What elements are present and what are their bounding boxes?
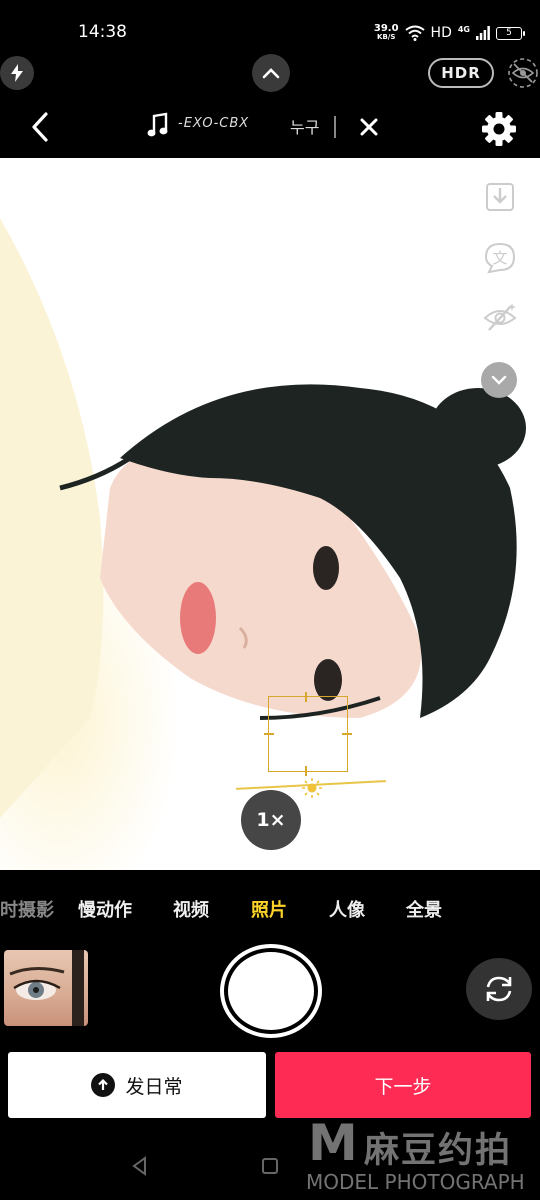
mode-slow-motion[interactable]: 慢动作: [78, 896, 132, 922]
zoom-button[interactable]: 1×: [241, 790, 301, 850]
shutter-inner: [228, 952, 314, 1030]
status-indicators: 39.0 KB/S HD 4G 5: [374, 24, 525, 42]
mode-photo[interactable]: 照片: [251, 896, 287, 922]
gallery-thumbnail[interactable]: [4, 950, 88, 1026]
nav-home-icon[interactable]: [262, 1158, 278, 1174]
mode-video[interactable]: 视频: [173, 896, 209, 922]
nav-back-icon[interactable]: [130, 1156, 150, 1176]
selected-music-title-extra[interactable]: 누구: [290, 114, 319, 138]
signal-4g-label: 4G: [457, 24, 470, 34]
battery-indicator: 5: [496, 26, 525, 40]
network-speed-value: 39.0: [373, 23, 399, 34]
hdr-button[interactable]: HDR: [428, 58, 494, 88]
battery-level: 5: [506, 28, 512, 38]
next-step-button[interactable]: 下一步: [275, 1052, 531, 1118]
watermark-cn-text: 麻豆约拍: [364, 1131, 513, 1171]
expand-tools-button[interactable]: [481, 362, 517, 398]
download-icon[interactable]: [481, 178, 519, 216]
thumbnail-preview-image: [9, 950, 84, 1026]
mode-portrait[interactable]: 人像: [329, 896, 365, 922]
camera-top-controls: HDR: [0, 52, 540, 94]
music-note-icon[interactable]: [146, 112, 170, 140]
chevron-up-icon: [262, 68, 280, 79]
network-speed: 39.0 KB/S: [374, 24, 399, 42]
wifi-icon: [404, 25, 425, 41]
post-daily-label: 发日常: [125, 1075, 183, 1098]
camera-top-bar: -EXO-CBX 누구: [0, 96, 540, 158]
gear-icon[interactable]: [480, 110, 518, 148]
network-hd-label: HD: [430, 25, 452, 41]
network-speed-unit: KB/S: [377, 33, 396, 41]
upload-arrow-icon: [91, 1073, 116, 1097]
camera-mode-selector: 时摄影 慢动作 视频 照片 人像 全景: [0, 870, 540, 944]
chevron-down-icon: [491, 375, 507, 385]
status-bar: 14:38 39.0 KB/S HD 4G 5: [0, 0, 540, 52]
flip-camera-button[interactable]: [466, 958, 532, 1020]
close-icon[interactable]: [358, 116, 380, 138]
watermark-logo: M: [308, 1114, 358, 1172]
watermark-en-text: MODEL PHOTOGRAPH: [306, 1170, 525, 1194]
flash-icon: [11, 64, 23, 82]
camera-flip-icon: [486, 976, 512, 1002]
eye-off-icon[interactable]: [506, 56, 540, 90]
sun-icon[interactable]: [302, 778, 322, 798]
music-divider: [334, 116, 336, 138]
focus-indicator: [264, 692, 352, 776]
selected-music-title[interactable]: -EXO-CBX: [178, 116, 249, 131]
watermark: M 麻豆约拍 MODEL PHOTOGRAPH: [306, 1114, 536, 1200]
back-arrow-icon[interactable]: [26, 110, 56, 144]
shutter-button[interactable]: [220, 944, 322, 1038]
svg-text:文: 文: [492, 249, 507, 267]
post-daily-button[interactable]: 发日常: [8, 1052, 266, 1118]
status-time: 14:38: [78, 22, 127, 42]
collapse-toolbar-button[interactable]: [252, 54, 290, 92]
beauty-eye-icon[interactable]: [481, 298, 519, 336]
mode-panorama[interactable]: 全景: [406, 896, 442, 922]
signal-bars-icon: [476, 26, 490, 40]
translate-icon[interactable]: 文: [481, 238, 519, 276]
capture-bar: [0, 944, 540, 1048]
mode-timelapse[interactable]: 时摄影: [0, 896, 54, 922]
action-buttons-row: 发日常 下一步: [0, 1048, 540, 1122]
flash-button[interactable]: [0, 56, 34, 90]
